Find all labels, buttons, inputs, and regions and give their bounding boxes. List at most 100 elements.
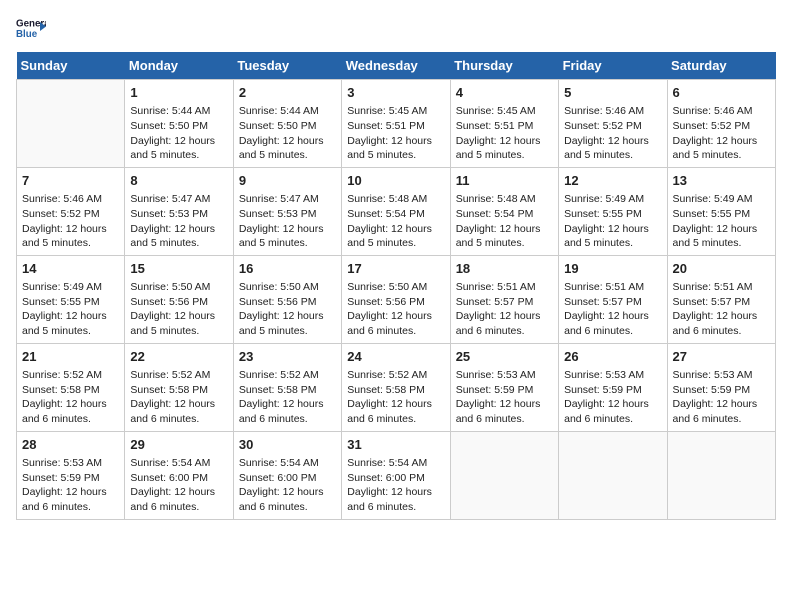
calendar-body: 1Sunrise: 5:44 AMSunset: 5:50 PMDaylight…: [17, 80, 776, 520]
day-info: Sunrise: 5:46 AM: [673, 104, 770, 119]
day-number: 25: [456, 348, 553, 366]
week-row-1: 1Sunrise: 5:44 AMSunset: 5:50 PMDaylight…: [17, 80, 776, 168]
day-info: Sunset: 5:55 PM: [564, 207, 661, 222]
day-info: Daylight: 12 hours: [673, 134, 770, 149]
day-number: 20: [673, 260, 770, 278]
calendar-cell: 18Sunrise: 5:51 AMSunset: 5:57 PMDayligh…: [450, 255, 558, 343]
day-info: Sunrise: 5:53 AM: [456, 368, 553, 383]
day-number: 13: [673, 172, 770, 190]
calendar-cell: 21Sunrise: 5:52 AMSunset: 5:58 PMDayligh…: [17, 343, 125, 431]
day-info: Daylight: 12 hours: [456, 134, 553, 149]
day-info: Daylight: 12 hours: [564, 397, 661, 412]
day-info: Sunrise: 5:44 AM: [239, 104, 336, 119]
day-info: and 6 minutes.: [673, 324, 770, 339]
day-number: 15: [130, 260, 227, 278]
day-number: 2: [239, 84, 336, 102]
calendar-cell: 26Sunrise: 5:53 AMSunset: 5:59 PMDayligh…: [559, 343, 667, 431]
day-info: Sunset: 5:53 PM: [130, 207, 227, 222]
day-info: and 5 minutes.: [239, 148, 336, 163]
calendar-cell: 20Sunrise: 5:51 AMSunset: 5:57 PMDayligh…: [667, 255, 775, 343]
day-info: and 6 minutes.: [347, 412, 444, 427]
calendar-cell: 5Sunrise: 5:46 AMSunset: 5:52 PMDaylight…: [559, 80, 667, 168]
day-info: Daylight: 12 hours: [347, 397, 444, 412]
day-info: and 6 minutes.: [347, 324, 444, 339]
day-info: Daylight: 12 hours: [239, 309, 336, 324]
calendar-cell: 19Sunrise: 5:51 AMSunset: 5:57 PMDayligh…: [559, 255, 667, 343]
day-info: Sunrise: 5:47 AM: [130, 192, 227, 207]
day-info: and 6 minutes.: [239, 412, 336, 427]
day-info: Sunrise: 5:52 AM: [239, 368, 336, 383]
day-info: Sunset: 5:54 PM: [347, 207, 444, 222]
calendar-table: SundayMondayTuesdayWednesdayThursdayFrid…: [16, 52, 776, 520]
day-number: 26: [564, 348, 661, 366]
day-info: Sunset: 5:56 PM: [130, 295, 227, 310]
day-info: Sunrise: 5:45 AM: [347, 104, 444, 119]
calendar-cell: 9Sunrise: 5:47 AMSunset: 5:53 PMDaylight…: [233, 167, 341, 255]
day-info: Daylight: 12 hours: [239, 485, 336, 500]
day-number: 28: [22, 436, 119, 454]
calendar-cell: 27Sunrise: 5:53 AMSunset: 5:59 PMDayligh…: [667, 343, 775, 431]
day-number: 3: [347, 84, 444, 102]
day-info: Sunrise: 5:54 AM: [347, 456, 444, 471]
day-info: Sunrise: 5:44 AM: [130, 104, 227, 119]
calendar-cell: [559, 431, 667, 519]
day-info: Sunset: 5:57 PM: [564, 295, 661, 310]
day-info: Sunset: 5:52 PM: [673, 119, 770, 134]
day-info: Daylight: 12 hours: [130, 309, 227, 324]
day-number: 30: [239, 436, 336, 454]
calendar-cell: 31Sunrise: 5:54 AMSunset: 6:00 PMDayligh…: [342, 431, 450, 519]
day-info: Daylight: 12 hours: [673, 397, 770, 412]
day-number: 4: [456, 84, 553, 102]
day-info: Sunrise: 5:53 AM: [673, 368, 770, 383]
day-number: 10: [347, 172, 444, 190]
calendar-cell: 4Sunrise: 5:45 AMSunset: 5:51 PMDaylight…: [450, 80, 558, 168]
day-info: Daylight: 12 hours: [347, 309, 444, 324]
day-info: and 5 minutes.: [22, 324, 119, 339]
day-info: Daylight: 12 hours: [22, 222, 119, 237]
calendar-cell: 8 Sunrise: 5:47 AMSunset: 5:53 PMDaylight…: [125, 167, 233, 255]
day-info: Daylight: 12 hours: [22, 309, 119, 324]
day-info: Daylight: 12 hours: [239, 134, 336, 149]
day-info: and 5 minutes.: [673, 148, 770, 163]
day-info: Sunrise: 5:46 AM: [22, 192, 119, 207]
day-info: and 5 minutes.: [130, 324, 227, 339]
day-info: Daylight: 12 hours: [347, 134, 444, 149]
day-info: Daylight: 12 hours: [22, 397, 119, 412]
day-info: Sunset: 5:59 PM: [673, 383, 770, 398]
day-number: 8: [130, 172, 227, 190]
day-info: Sunrise: 5:52 AM: [347, 368, 444, 383]
day-info: and 5 minutes.: [564, 148, 661, 163]
day-info: Daylight: 12 hours: [564, 134, 661, 149]
day-info: Sunset: 5:50 PM: [239, 119, 336, 134]
day-number: 18: [456, 260, 553, 278]
day-info: and 5 minutes.: [239, 324, 336, 339]
day-info: and 5 minutes.: [347, 148, 444, 163]
day-info: Daylight: 12 hours: [673, 222, 770, 237]
day-info: Sunrise: 5:49 AM: [673, 192, 770, 207]
day-info: and 5 minutes.: [564, 236, 661, 251]
day-info: Sunset: 5:55 PM: [673, 207, 770, 222]
calendar-cell: 13 Sunrise: 5:49 AMSunset: 5:55 PMDayligh…: [667, 167, 775, 255]
day-info: and 5 minutes.: [347, 236, 444, 251]
calendar-cell: 28Sunrise: 5:53 AMSunset: 5:59 PMDayligh…: [17, 431, 125, 519]
day-info: Sunrise: 5:52 AM: [22, 368, 119, 383]
day-info: Sunrise: 5:48 AM: [456, 192, 553, 207]
day-info: Daylight: 12 hours: [130, 222, 227, 237]
week-row-4: 21Sunrise: 5:52 AMSunset: 5:58 PMDayligh…: [17, 343, 776, 431]
day-info: Sunset: 6:00 PM: [239, 471, 336, 486]
day-info: Daylight: 12 hours: [564, 309, 661, 324]
day-info: and 5 minutes.: [22, 236, 119, 251]
day-number: 22: [130, 348, 227, 366]
day-info: and 5 minutes.: [456, 236, 553, 251]
day-info: and 5 minutes.: [673, 236, 770, 251]
logo-icon: General Blue: [16, 16, 46, 40]
day-info: Daylight: 12 hours: [347, 222, 444, 237]
day-info: Sunset: 5:57 PM: [673, 295, 770, 310]
day-info: Daylight: 12 hours: [456, 397, 553, 412]
day-info: Daylight: 12 hours: [22, 485, 119, 500]
day-info: and 6 minutes.: [239, 500, 336, 515]
day-number: 19: [564, 260, 661, 278]
svg-text:Blue: Blue: [16, 29, 38, 40]
day-info: Sunrise: 5:53 AM: [22, 456, 119, 471]
day-info: Sunset: 5:53 PM: [239, 207, 336, 222]
